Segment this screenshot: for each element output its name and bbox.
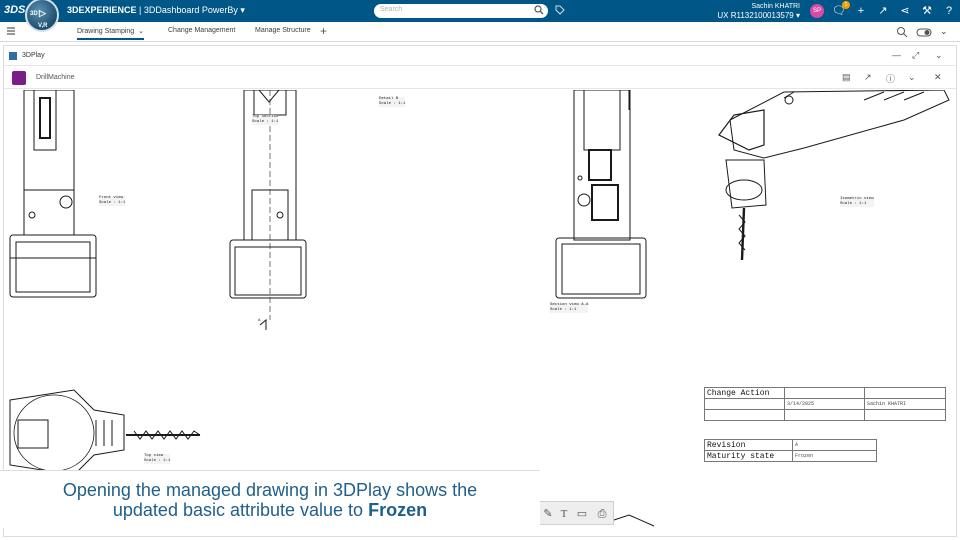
drawing-toolbar: ✎ T ▭ ⎙ — [538, 501, 614, 525]
widget-title: 3DPlay — [22, 52, 45, 59]
text-tool-icon[interactable]: T — [557, 507, 571, 521]
top-bar: 3DS 3DEXPERIENCE | 3DDashboard PowerBy ▾… — [0, 0, 960, 22]
menu-icon[interactable] — [6, 26, 16, 36]
pen-icon[interactable]: ✎ — [541, 507, 555, 521]
isometric-view-label: Isometric view Scale : 1:1 — [840, 197, 874, 207]
help-icon[interactable]: ? — [942, 4, 956, 18]
chevron-down-icon[interactable]: ⌄ — [940, 26, 948, 37]
tools-icon[interactable]: ⚒ — [920, 4, 934, 18]
drawing-document-icon — [12, 71, 26, 85]
3dplay-app-icon — [9, 52, 17, 60]
compass-label: V,R — [38, 23, 48, 29]
close-icon[interactable]: ✕ — [934, 72, 942, 83]
network-icon[interactable]: ⋖ — [898, 4, 912, 18]
revision-label: Revision — [704, 439, 793, 451]
dashboard-tab-bar: Drawing Stamping ⌄ Change Management Man… — [0, 22, 960, 42]
search-placeholder: Search — [380, 6, 403, 13]
section-marker-label: A — [258, 319, 261, 323]
revision-table: Revision A Maturity state Frozen — [704, 439, 877, 462]
print-icon[interactable]: ⎙ — [595, 507, 609, 521]
revision-value: A — [792, 439, 877, 451]
maturity-state-value: Frozen — [792, 450, 877, 462]
widget-menu-chevron-icon[interactable]: ⌄ — [935, 50, 943, 61]
3dplay-widget: 3DPlay — ⤢ ⌄ DrillMachine ▤ ↗ ⓘ ⌄ ✕ Fron… — [3, 45, 957, 537]
add-icon[interactable]: + — [854, 4, 868, 18]
change-action-table: Change Action 3/14/2025 Sachin KHATRI — [704, 387, 946, 421]
avatar[interactable]: SP — [810, 4, 824, 18]
user-ux: UX R1132100013579 ▾ — [717, 11, 800, 20]
top-section-drawing — [229, 90, 307, 330]
section-view-label: Section view A-A Scale : 1:1 — [550, 303, 589, 313]
tab-manage-structure[interactable]: Manage Structure — [255, 27, 311, 34]
section-view-aa-drawing — [555, 90, 647, 299]
search-icon[interactable] — [534, 5, 544, 15]
front-view-label: Front view Scale : 1:1 — [99, 196, 126, 206]
info-icon[interactable]: ⓘ — [886, 72, 895, 85]
change-action-header: Change Action — [704, 387, 785, 399]
compass-label: 3D — [30, 11, 38, 17]
notification-badge: 1 — [842, 1, 850, 9]
front-view-drawing — [9, 90, 97, 298]
change-date: 3/14/2025 — [784, 398, 865, 410]
user-info[interactable]: Sachin KHATRI UX R1132100013579 ▾ — [708, 2, 800, 20]
user-name: Sachin KHATRI — [751, 3, 801, 10]
document-title: DrillMachine — [36, 74, 75, 81]
ds-logo: 3DS — [4, 4, 26, 16]
app-brand[interactable]: 3DEXPERIENCE | 3DDashboard PowerBy ▾ — [67, 5, 245, 16]
tag-icon[interactable] — [555, 5, 565, 15]
change-author: Sachin KHATRI — [864, 398, 946, 410]
toggle-icon[interactable] — [916, 26, 932, 38]
note-icon[interactable]: ▭ — [575, 507, 589, 521]
top-section-label: Top Section Scale : 1:1 — [252, 115, 279, 125]
tab-change-management[interactable]: Change Management — [168, 27, 235, 34]
maximize-icon[interactable]: ⤢ — [912, 50, 919, 61]
share-icon[interactable]: ↗ — [864, 72, 872, 83]
add-tab-icon[interactable]: + — [320, 24, 327, 38]
tab-drawing-stamping[interactable]: Drawing Stamping ⌄ — [77, 27, 144, 40]
widget-header: 3DPlay — ⤢ ⌄ — [4, 46, 956, 66]
document-header: DrillMachine ▤ ↗ ⓘ ⌄ ✕ — [4, 67, 956, 89]
comment-icon[interactable]: ▤ — [842, 72, 851, 83]
collaboration-icon[interactable] — [896, 26, 910, 38]
minimize-icon[interactable]: — — [892, 50, 901, 60]
search-input[interactable]: Search — [374, 4, 548, 18]
detail-view-label: Detail B Scale : 1:1 — [379, 97, 406, 107]
caption-line-1: Opening the managed drawing in 3DPlay sh… — [62, 480, 478, 500]
play-icon: ▷ — [39, 8, 46, 18]
caption-line-2: updated basic attribute value to Frozen — [112, 500, 428, 520]
chevron-down-icon[interactable]: ⌄ — [908, 72, 916, 83]
tutorial-caption: Opening the managed drawing in 3DPlay sh… — [0, 470, 540, 528]
top-view-drawing — [9, 389, 201, 476]
share-icon[interactable]: ↗ — [876, 4, 890, 18]
top-view-label: Top view Scale : 1:1 — [144, 454, 171, 464]
maturity-state-label: Maturity state — [704, 450, 793, 462]
isometric-view-drawing — [718, 90, 950, 261]
